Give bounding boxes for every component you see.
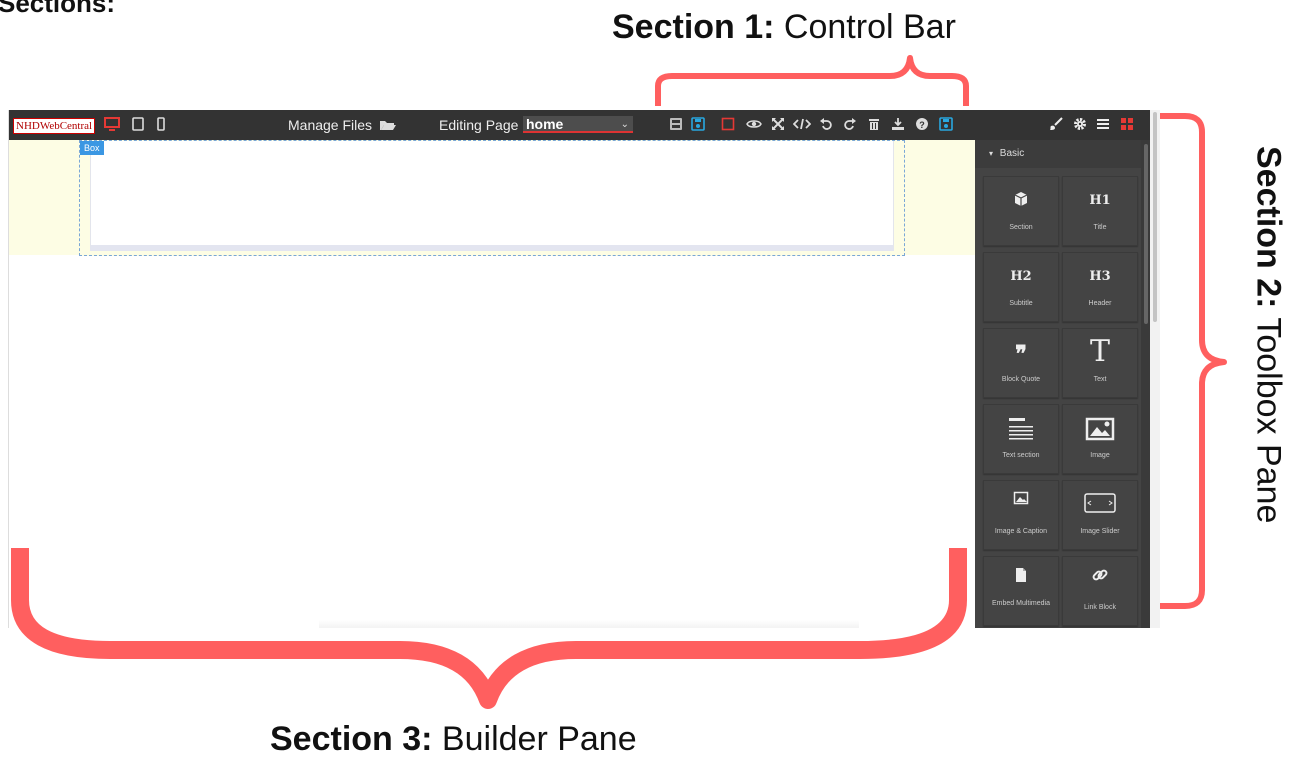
section-2-bracket (1160, 113, 1227, 609)
annotation-brackets (11, 55, 1227, 709)
section-3-bracket (11, 548, 967, 709)
section-1-bracket (655, 55, 969, 106)
